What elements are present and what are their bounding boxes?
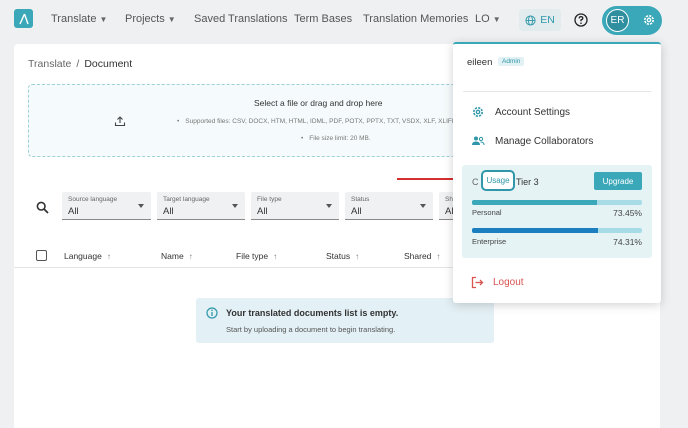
logo-icon [18, 13, 29, 24]
enterprise-usage-fill [472, 228, 599, 233]
help-icon[interactable] [574, 13, 588, 27]
info-icon [206, 307, 218, 319]
size-limit: • File size limit: 20 MB. [301, 135, 371, 142]
empty-state: Your translated documents list is empty.… [196, 298, 494, 343]
column-language[interactable]: Language ↑ [64, 251, 111, 261]
empty-subtitle: Start by uploading a document to begin t… [226, 325, 396, 334]
logout-icon [471, 276, 484, 289]
chevron-down-icon: ▼ [99, 15, 108, 24]
dropdown-arrow-icon [232, 204, 238, 208]
nav-translation-memories[interactable]: Translation Memories [363, 13, 468, 25]
manage-collaborators-item[interactable]: Manage Collaborators [471, 133, 593, 149]
gear-icon [644, 15, 654, 25]
empty-title: Your translated documents list is empty. [226, 308, 399, 318]
enterprise-percentage: 74.31% [613, 237, 642, 247]
nav-saved-translations[interactable]: Saved Translations [194, 13, 288, 25]
column-status[interactable]: Status ↑ [326, 251, 359, 261]
usage-button[interactable]: Usage [481, 170, 515, 191]
file-type-filter[interactable]: File type All [251, 192, 339, 220]
dropdown-arrow-icon [326, 204, 332, 208]
dropdown-arrow-icon [420, 204, 426, 208]
top-navigation: Translate ▼ Projects ▼ Saved Translations … [0, 0, 688, 40]
nav-projects[interactable]: Projects ▼ [125, 13, 176, 25]
sort-arrow-icon: ↑ [273, 252, 278, 261]
avatar: ER [606, 9, 629, 32]
supported-files: • Supported files: CSV, DOCX, HTM, HTML, … [177, 118, 456, 125]
user-dropdown-menu: eileen Admin Account Settings Manage Col… [453, 42, 661, 303]
source-language-filter[interactable]: Source language All [62, 192, 151, 220]
tier-label: Tier 3 [516, 177, 539, 187]
upgrade-button[interactable]: Upgrade [594, 172, 642, 190]
table-header: Language ↑ Name ↑ File type ↑ Status ↑ Share… [14, 244, 474, 268]
sort-arrow-icon: ↑ [106, 252, 111, 261]
chevron-down-icon: ▼ [492, 15, 501, 24]
personal-usage-fill [472, 200, 597, 205]
breadcrumb-root[interactable]: Translate [28, 58, 71, 70]
people-icon [472, 136, 485, 146]
sort-arrow-icon: ↑ [188, 252, 193, 261]
target-language-filter[interactable]: Target language All [157, 192, 245, 220]
chevron-down-icon: ▼ [167, 15, 176, 24]
gear-icon [473, 107, 483, 117]
search-button[interactable] [30, 195, 54, 219]
nav-lo[interactable]: LO ▼ [475, 13, 501, 25]
nav-term-bases[interactable]: Term Bases [294, 13, 352, 25]
breadcrumb-current: Document [84, 58, 133, 70]
column-name[interactable]: Name ↑ [161, 251, 193, 261]
nav-translate[interactable]: Translate ▼ [51, 13, 107, 25]
username: eileen [467, 57, 493, 68]
breadcrumb: Translate / Document [28, 58, 133, 70]
account-settings-item[interactable]: Account Settings [471, 104, 570, 120]
upload-icon [114, 116, 126, 127]
file-dropzone[interactable]: Select a file or drag and drop here • Sup… [28, 84, 488, 157]
usage-prefix: C [472, 177, 479, 187]
dropzone-title: Select a file or drag and drop here [254, 98, 383, 108]
app-logo[interactable] [14, 9, 33, 28]
usage-panel: C Usage Tier 3 Upgrade Personal 73.45% E… [462, 165, 652, 258]
personal-label: Personal [472, 208, 502, 217]
sort-arrow-icon: ↑ [355, 252, 360, 261]
personal-percentage: 73.45% [613, 208, 642, 218]
divider [463, 91, 651, 92]
language-selector[interactable]: EN [519, 9, 561, 31]
globe-icon [525, 14, 536, 26]
language-label: EN [540, 14, 555, 26]
status-filter[interactable]: Status All [345, 192, 433, 220]
select-all-checkbox[interactable] [36, 250, 47, 261]
role-badge: Admin [498, 57, 525, 66]
column-shared[interactable]: Shared ↑ [404, 251, 440, 261]
user-menu-button[interactable]: ER [602, 6, 662, 35]
personal-usage-bar [472, 200, 642, 205]
dropdown-arrow-icon [138, 204, 144, 208]
column-file-type[interactable]: File type ↑ [236, 251, 277, 261]
enterprise-usage-bar [472, 228, 642, 233]
sort-arrow-icon: ↑ [436, 252, 441, 261]
enterprise-label: Enterprise [472, 237, 507, 246]
logout-item[interactable]: Logout [471, 276, 524, 289]
search-icon [36, 201, 49, 214]
